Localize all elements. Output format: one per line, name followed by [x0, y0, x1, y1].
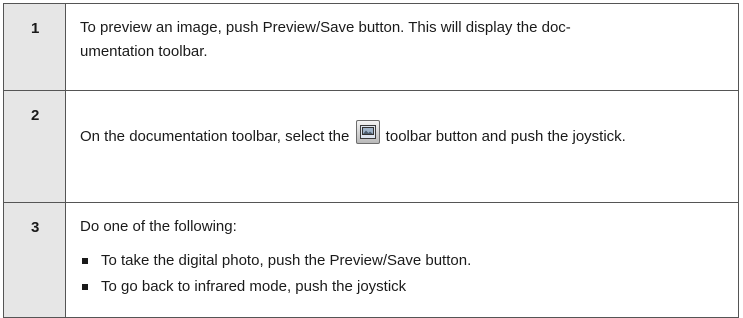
bullet-icon [82, 284, 88, 290]
list-item: To take the digital photo, push the Prev… [80, 249, 722, 273]
bullet-text: To take the digital photo, push the Prev… [101, 252, 472, 269]
bullet-list: To take the digital photo, push the Prev… [80, 249, 722, 299]
step-row: 3 Do one of the following: To take the d… [3, 202, 739, 318]
step-3-intro: Do one of the following: [80, 218, 237, 235]
step-number: 2 [3, 90, 66, 203]
step-number: 3 [3, 202, 66, 318]
step-row: 1 To preview an image, push Preview/Save… [3, 3, 739, 91]
steps-table: 1 To preview an image, push Preview/Save… [3, 3, 739, 318]
image-toolbar-icon [355, 120, 380, 144]
step-2-text-after: toolbar button and push the joystick. [381, 128, 626, 145]
step-text: To preview an image, push Preview/Save b… [65, 3, 739, 91]
list-item: To go back to infrared mode, push the jo… [80, 275, 722, 299]
step-1-text-part2: umentation toolbar. [80, 43, 208, 60]
step-number: 1 [3, 3, 66, 91]
bullet-icon [82, 258, 88, 264]
step-row: 2 On the documentation toolbar, select t… [3, 90, 739, 203]
step-1-text-part1: To preview an image, push Preview/Save b… [80, 19, 571, 36]
bullet-text: To go back to infrared mode, push the jo… [101, 278, 407, 295]
step-text: On the documentation toolbar, select the… [65, 90, 739, 203]
step-text: Do one of the following: To take the dig… [65, 202, 739, 318]
image-icon-graphic [359, 125, 376, 139]
step-2-text-before: On the documentation toolbar, select the [80, 128, 354, 145]
